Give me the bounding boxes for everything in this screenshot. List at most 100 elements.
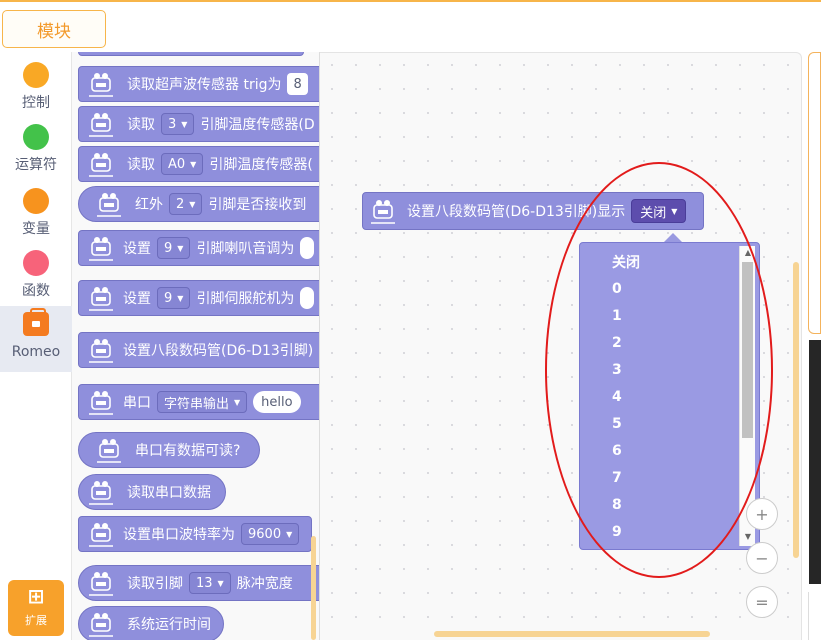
block-text: 设置八段数码管(D6-D13引脚)显示: [407, 204, 626, 220]
scroll-down-icon[interactable]: ▼: [740, 532, 756, 541]
block-text-input[interactable]: hello: [253, 391, 301, 413]
caret-down-icon: ▼: [177, 243, 184, 253]
caret-down-icon: ▼: [671, 206, 678, 216]
block-dropdown[interactable]: 字符串输出 ▼: [157, 391, 248, 413]
category-label: 控制: [22, 95, 50, 111]
palette-block-baud-rate[interactable]: 设置串口波特率为 9600 ▼: [78, 516, 312, 552]
block-text: 串口有数据可读?: [135, 443, 241, 459]
palette-block-read-temp-a[interactable]: 读取 A0 ▼ 引脚温度传感器(: [78, 146, 319, 182]
robot-icon: [89, 391, 113, 415]
block-text: 读取: [127, 157, 155, 173]
workspace-vertical-scrollbar[interactable]: [793, 262, 799, 558]
palette-block-serial-output[interactable]: 串口 字符串输出 ▼ hello: [78, 384, 319, 420]
caret-down-icon: ▼: [286, 529, 293, 539]
block-text: 引脚是否接收到: [208, 197, 307, 213]
robot-icon: [97, 193, 121, 217]
robot-icon: [89, 153, 113, 177]
tab-module[interactable]: 模块: [2, 10, 106, 48]
dropdown-value: 13: [196, 575, 213, 591]
robot-icon: [89, 523, 113, 547]
palette-block-buzzer[interactable]: 设置 9 ▼ 引脚喇叭音调为: [78, 230, 319, 266]
palette-block-pulse-width[interactable]: 读取引脚 13 ▼ 脉冲宽度: [78, 565, 319, 601]
block-dropdown[interactable]: 9 ▼: [157, 237, 191, 259]
dropdown-value: 9: [164, 290, 173, 306]
dropdown-option[interactable]: 1: [612, 302, 622, 329]
block-text: 系统运行时间: [127, 617, 211, 633]
palette-block-system-time[interactable]: 系统运行时间: [78, 606, 224, 640]
dropdown-option[interactable]: 5: [612, 410, 622, 437]
caret-down-icon: ▼: [234, 397, 241, 407]
extension-label: 扩展: [25, 614, 47, 627]
palette-block-serial-read[interactable]: 读取串口数据: [78, 474, 226, 510]
caret-down-icon: ▼: [181, 119, 188, 129]
category-dot-icon: [23, 124, 49, 150]
robot-icon: [89, 73, 113, 97]
block-dropdown[interactable]: A0 ▼: [161, 153, 204, 175]
category-variables[interactable]: 变量: [0, 186, 72, 248]
block-dropdown[interactable]: 9 ▼: [157, 287, 191, 309]
block-text: 设置八段数码管(D6-D13引脚): [123, 343, 314, 359]
workspace-block-seven-segment[interactable]: 设置八段数码管(D6-D13引脚)显示 关闭 ▼: [362, 192, 704, 230]
category-operators[interactable]: 运算符: [0, 122, 72, 184]
workspace-horizontal-scrollbar[interactable]: [434, 631, 710, 637]
stage-bottom-edge: [808, 592, 821, 640]
block-text: 读取引脚: [127, 576, 183, 592]
palette-scrollbar[interactable]: [311, 536, 316, 640]
palette-block-seven-segment[interactable]: 设置八段数码管(D6-D13引脚): [78, 332, 319, 368]
robot-icon: [89, 287, 113, 311]
dropdown-option[interactable]: 4: [612, 383, 622, 410]
dropdown-value: 9: [164, 240, 173, 256]
block-text: 设置: [123, 241, 151, 257]
dropdown-value: 2: [176, 196, 185, 212]
top-bar: 模块: [0, 0, 821, 52]
block-dropdown[interactable]: 3 ▼: [161, 113, 195, 135]
caret-down-icon: ▼: [217, 578, 224, 588]
block-dropdown[interactable]: 9600 ▼: [241, 523, 300, 545]
dropdown-option[interactable]: 3: [612, 356, 622, 383]
palette-block-read-temp-d[interactable]: 读取 3 ▼ 引脚温度传感器(D: [78, 106, 319, 142]
dropdown-option[interactable]: 2: [612, 329, 622, 356]
scrollbar-thumb[interactable]: [742, 262, 753, 438]
block-text: 设置串口波特率为: [123, 527, 235, 543]
palette-block-ultrasonic[interactable]: 读取超声波传感器 trig为 8: [78, 66, 319, 102]
zoom-in-button[interactable]: +: [746, 498, 778, 530]
robot-icon: [89, 113, 113, 137]
block-value-input[interactable]: [300, 237, 315, 259]
category-control[interactable]: 控制: [0, 60, 72, 122]
dropdown-value: 关闭: [640, 205, 667, 221]
category-dot-icon: [23, 188, 49, 214]
zoom-reset-button[interactable]: =: [746, 586, 778, 618]
dropdown-option[interactable]: 0: [612, 275, 622, 302]
caret-down-icon: ▼: [177, 293, 184, 303]
category-functions[interactable]: 函数: [0, 248, 72, 310]
scroll-up-icon[interactable]: ▲: [740, 248, 756, 257]
palette-block-ir[interactable]: 红外 2 ▼ 引脚是否接收到: [78, 186, 319, 222]
palette-block-servo[interactable]: 设置 9 ▼ 引脚伺服舵机为: [78, 280, 319, 316]
palette-block-serial-available[interactable]: 串口有数据可读?: [78, 432, 260, 468]
block-text: 红外: [135, 197, 163, 213]
block-text: 脉冲宽度: [236, 576, 293, 592]
block-dropdown[interactable]: 13 ▼: [189, 572, 231, 594]
romeo-briefcase-icon: [23, 308, 49, 336]
zoom-out-button[interactable]: −: [746, 542, 778, 574]
dropdown-option[interactable]: 关闭: [612, 248, 640, 275]
dropdown-option[interactable]: 9: [612, 518, 622, 545]
dropdown-value: 字符串输出: [164, 396, 230, 412]
dropdown-option[interactable]: 6: [612, 437, 622, 464]
zoom-out-icon: −: [755, 548, 769, 568]
robot-icon: [89, 339, 113, 363]
zoom-reset-icon: =: [755, 592, 769, 612]
category-romeo[interactable]: Romeo: [0, 306, 72, 372]
stage-display-edge: [809, 340, 821, 584]
category-label: Romeo: [11, 344, 61, 360]
block-number-input[interactable]: 8: [287, 73, 308, 95]
dropdown-option[interactable]: 7: [612, 464, 622, 491]
dropdown-option[interactable]: 8: [612, 491, 622, 518]
stage-panel-edge: [808, 52, 821, 334]
display-value-dropdown[interactable]: 关闭 ▼: [631, 199, 687, 223]
extension-button[interactable]: ⊞ 扩展: [8, 580, 64, 636]
block-text: 设置: [123, 291, 151, 307]
block-dropdown[interactable]: 2 ▼: [169, 193, 203, 215]
block-value-input[interactable]: [300, 287, 315, 309]
palette-block-partial[interactable]: [78, 52, 304, 56]
